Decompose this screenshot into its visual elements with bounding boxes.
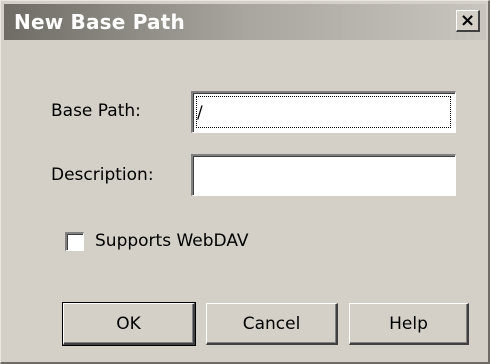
supports-webdav-checkbox[interactable] bbox=[65, 232, 84, 251]
new-base-path-dialog: New Base Path × Base Path: Description: … bbox=[0, 0, 490, 364]
dialog-title: New Base Path bbox=[14, 10, 185, 34]
description-label: Description: bbox=[51, 165, 154, 185]
title-bar[interactable]: New Base Path × bbox=[4, 4, 486, 40]
close-icon: × bbox=[459, 9, 476, 31]
base-path-label: Base Path: bbox=[51, 101, 141, 121]
supports-webdav-label[interactable]: Supports WebDAV bbox=[95, 230, 249, 252]
ok-button[interactable]: OK bbox=[62, 302, 196, 346]
cancel-button[interactable]: Cancel bbox=[206, 303, 338, 345]
description-input[interactable] bbox=[191, 154, 456, 196]
base-path-input[interactable] bbox=[191, 91, 456, 133]
close-button[interactable]: × bbox=[456, 10, 480, 32]
help-button[interactable]: Help bbox=[349, 303, 469, 345]
